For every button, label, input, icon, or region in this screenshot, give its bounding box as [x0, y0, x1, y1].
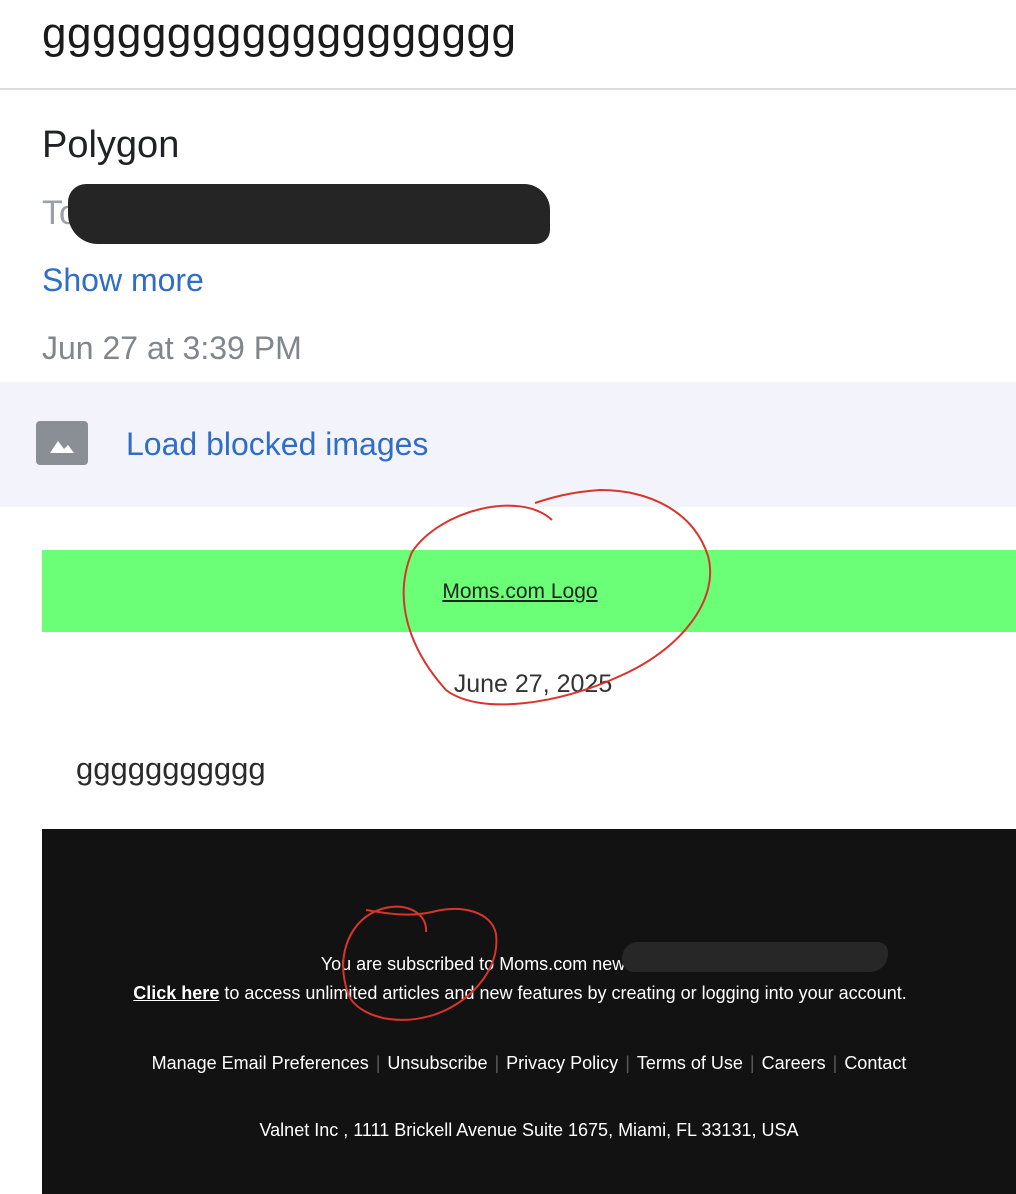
email-body-text: ggggggggggg — [76, 751, 266, 786]
company-address: Valnet Inc , 1111 Brickell Avenue Suite … — [259, 1120, 799, 1140]
message-timestamp: Jun 27 at 3:39 PM — [42, 330, 302, 366]
account-notice: Click here to access unlimited articles … — [42, 981, 1016, 1005]
link-separator: | — [832, 1053, 838, 1073]
newsletter-footer: You are subscribed to Moms.com newslette… — [42, 829, 1016, 1194]
click-here-link[interactable]: Click here — [133, 983, 219, 1003]
link-separator: | — [494, 1053, 500, 1073]
privacy-policy-link[interactable]: Privacy Policy — [506, 1053, 618, 1073]
sender-name: Polygon — [42, 124, 180, 166]
terms-of-use-link[interactable]: Terms of Use — [637, 1053, 743, 1073]
careers-link[interactable]: Careers — [762, 1053, 826, 1073]
show-more-link[interactable]: Show more — [42, 260, 204, 300]
load-blocked-images-link[interactable]: Load blocked images — [126, 424, 428, 464]
image-placeholder-icon[interactable] — [36, 421, 88, 465]
contact-link[interactable]: Contact — [844, 1053, 906, 1073]
account-text: to access unlimited articles and new fea… — [224, 983, 907, 1003]
link-separator: | — [749, 1053, 755, 1073]
header-divider — [0, 88, 1016, 90]
newsletter-date: June 27, 2025 — [453, 670, 613, 698]
link-separator: | — [375, 1053, 381, 1073]
moms-logo-link[interactable]: Moms.com Logo — [0, 578, 1016, 606]
footer-links: Manage Email Preferences | Unsubscribe | Pri… — [42, 1051, 1016, 1075]
manage-email-preferences-link[interactable]: Manage Email Preferences — [152, 1053, 369, 1073]
link-separator: | — [625, 1053, 630, 1073]
unsubscribe-link[interactable]: Unsubscribe — [387, 1053, 487, 1073]
recipient-redaction — [68, 184, 550, 244]
email-redaction — [622, 942, 888, 972]
email-subject: ggggggggggggggggggg — [42, 9, 517, 58]
